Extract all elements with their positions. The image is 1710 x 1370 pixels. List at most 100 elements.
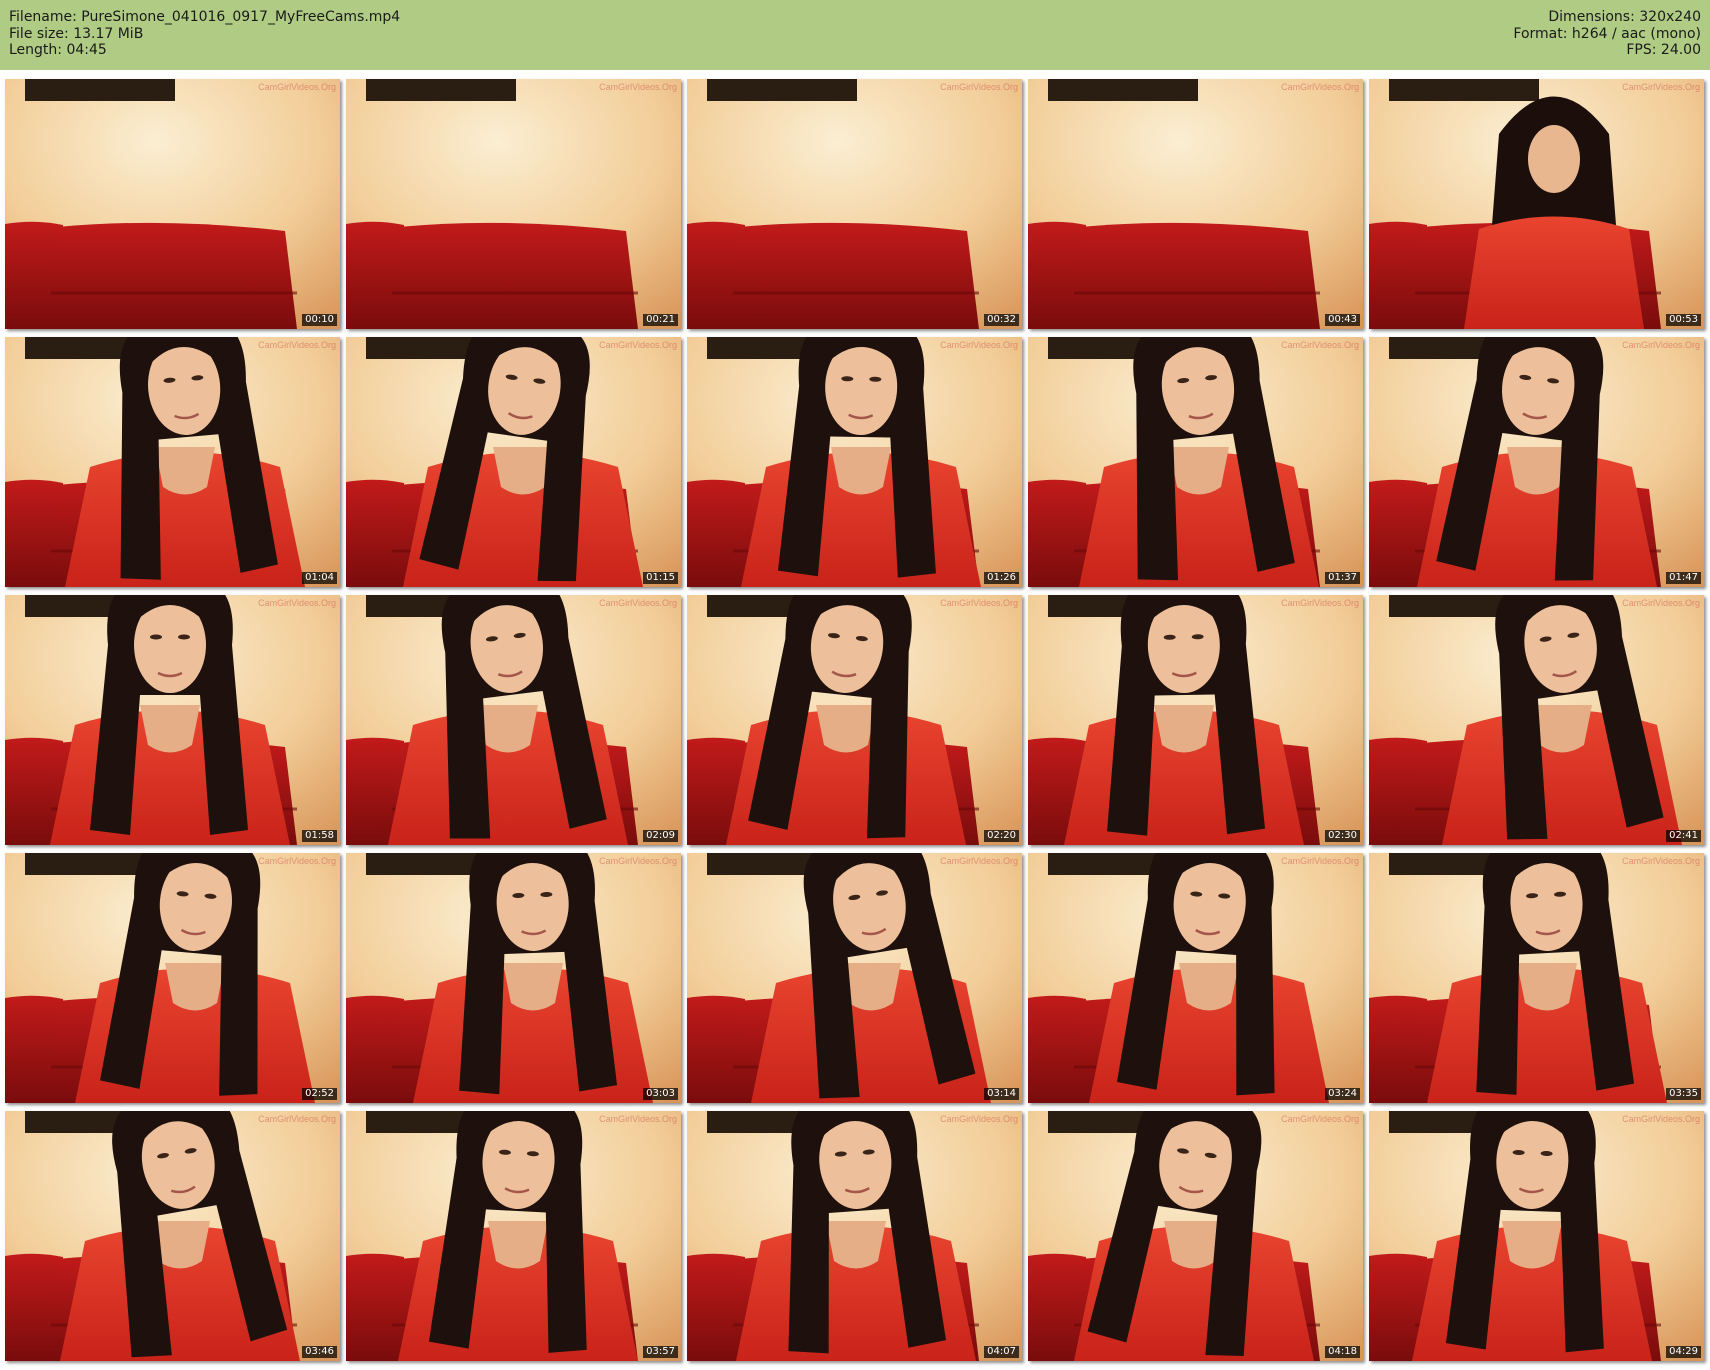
video-thumbnail: CamGirlVideos.Org 01:15 xyxy=(346,337,681,587)
frame-timestamp: 02:30 xyxy=(1325,830,1360,842)
frame-image xyxy=(687,595,1022,845)
watermark: CamGirlVideos.Org xyxy=(258,856,336,866)
watermark: CamGirlVideos.Org xyxy=(258,598,336,608)
frame-timestamp: 03:24 xyxy=(1325,1088,1360,1100)
frame-timestamp: 01:37 xyxy=(1325,572,1360,584)
video-thumbnail: CamGirlVideos.Org 03:14 xyxy=(687,853,1022,1103)
video-thumbnail: CamGirlVideos.Org 00:32 xyxy=(687,79,1022,329)
watermark: CamGirlVideos.Org xyxy=(940,82,1018,92)
frame-timestamp: 02:52 xyxy=(302,1088,337,1100)
frame-image xyxy=(1028,79,1363,329)
video-thumbnail: CamGirlVideos.Org 00:53 xyxy=(1369,79,1704,329)
video-thumbnail: CamGirlVideos.Org 03:03 xyxy=(346,853,681,1103)
video-thumbnail: CamGirlVideos.Org 01:37 xyxy=(1028,337,1363,587)
frame-image xyxy=(346,595,681,845)
frame-timestamp: 03:35 xyxy=(1666,1088,1701,1100)
length-label: Length: 04:45 xyxy=(9,42,107,58)
video-thumbnail: CamGirlVideos.Org 03:35 xyxy=(1369,853,1704,1103)
watermark: CamGirlVideos.Org xyxy=(940,340,1018,350)
frame-image xyxy=(346,853,681,1103)
watermark: CamGirlVideos.Org xyxy=(258,340,336,350)
frame-image xyxy=(1369,1111,1704,1361)
watermark: CamGirlVideos.Org xyxy=(599,598,677,608)
video-thumbnail: CamGirlVideos.Org 00:10 xyxy=(5,79,340,329)
watermark: CamGirlVideos.Org xyxy=(599,856,677,866)
watermark: CamGirlVideos.Org xyxy=(1281,598,1359,608)
frame-image xyxy=(5,853,340,1103)
frame-timestamp: 00:53 xyxy=(1666,314,1701,326)
watermark: CamGirlVideos.Org xyxy=(1622,82,1700,92)
frame-image xyxy=(1028,337,1363,587)
frame-timestamp: 00:32 xyxy=(984,314,1019,326)
frame-timestamp: 04:07 xyxy=(984,1346,1019,1358)
filesize-label: File size: 13.17 MiB xyxy=(9,25,144,42)
frame-image xyxy=(5,595,340,845)
thumbnail-grid: CamGirlVideos.Org 00:10 CamGirlVideos.Org 0… xyxy=(5,79,1705,1364)
video-thumbnail: CamGirlVideos.Org 00:43 xyxy=(1028,79,1363,329)
frame-image xyxy=(1028,595,1363,845)
frame-image xyxy=(1369,79,1704,329)
watermark: CamGirlVideos.Org xyxy=(258,1114,336,1124)
frame-timestamp: 02:20 xyxy=(984,830,1019,842)
frame-timestamp: 02:41 xyxy=(1666,830,1701,842)
frame-image xyxy=(5,79,340,329)
frame-image xyxy=(1369,337,1704,587)
video-thumbnail: CamGirlVideos.Org 02:30 xyxy=(1028,595,1363,845)
frame-timestamp: 03:14 xyxy=(984,1088,1019,1100)
frame-timestamp: 04:29 xyxy=(1666,1346,1701,1358)
watermark: CamGirlVideos.Org xyxy=(940,598,1018,608)
watermark: CamGirlVideos.Org xyxy=(1622,598,1700,608)
frame-image xyxy=(346,337,681,587)
video-thumbnail: CamGirlVideos.Org 00:21 xyxy=(346,79,681,329)
frame-image xyxy=(687,1111,1022,1361)
video-thumbnail: CamGirlVideos.Org 04:29 xyxy=(1369,1111,1704,1361)
video-thumbnail: CamGirlVideos.Org 01:04 xyxy=(5,337,340,587)
frame-timestamp: 01:47 xyxy=(1666,572,1701,584)
frame-timestamp: 01:15 xyxy=(643,572,678,584)
frame-image xyxy=(5,337,340,587)
video-thumbnail: CamGirlVideos.Org 02:20 xyxy=(687,595,1022,845)
video-info: Dimensions: 320x240 Format: h264 / aac (… xyxy=(1513,9,1701,59)
frame-image xyxy=(346,1111,681,1361)
info-header: Filename: PureSimone_041016_0917_MyFreeC… xyxy=(0,0,1710,70)
frame-image xyxy=(1369,853,1704,1103)
watermark: CamGirlVideos.Org xyxy=(258,82,336,92)
frame-timestamp: 03:57 xyxy=(643,1346,678,1358)
video-thumbnail: CamGirlVideos.Org 01:58 xyxy=(5,595,340,845)
fps-label: FPS: 24.00 xyxy=(1626,42,1701,58)
watermark: CamGirlVideos.Org xyxy=(1281,82,1359,92)
watermark: CamGirlVideos.Org xyxy=(1281,1114,1359,1124)
frame-timestamp: 02:09 xyxy=(643,830,678,842)
video-thumbnail: CamGirlVideos.Org 01:47 xyxy=(1369,337,1704,587)
video-thumbnail: CamGirlVideos.Org 03:24 xyxy=(1028,853,1363,1103)
video-thumbnail: CamGirlVideos.Org 02:41 xyxy=(1369,595,1704,845)
watermark: CamGirlVideos.Org xyxy=(940,1114,1018,1124)
watermark: CamGirlVideos.Org xyxy=(1622,1114,1700,1124)
watermark: CamGirlVideos.Org xyxy=(1281,856,1359,866)
frame-image xyxy=(1028,1111,1363,1361)
frame-image xyxy=(346,79,681,329)
video-thumbnail: CamGirlVideos.Org 01:26 xyxy=(687,337,1022,587)
watermark: CamGirlVideos.Org xyxy=(599,340,677,350)
frame-timestamp: 00:10 xyxy=(302,314,337,326)
frame-image xyxy=(1028,853,1363,1103)
watermark: CamGirlVideos.Org xyxy=(1622,340,1700,350)
watermark: CamGirlVideos.Org xyxy=(1622,856,1700,866)
filename-label: Filename: PureSimone_041016_0917_MyFreeC… xyxy=(9,9,401,25)
frame-timestamp: 00:43 xyxy=(1325,314,1360,326)
video-thumbnail: CamGirlVideos.Org 03:57 xyxy=(346,1111,681,1361)
watermark: CamGirlVideos.Org xyxy=(599,82,677,92)
frame-image xyxy=(687,853,1022,1103)
video-thumbnail: CamGirlVideos.Org 04:18 xyxy=(1028,1111,1363,1361)
frame-timestamp: 03:03 xyxy=(643,1088,678,1100)
watermark: CamGirlVideos.Org xyxy=(1281,340,1359,350)
video-thumbnail: CamGirlVideos.Org 03:46 xyxy=(5,1111,340,1361)
video-thumbnail: CamGirlVideos.Org 02:09 xyxy=(346,595,681,845)
frame-image xyxy=(5,1111,340,1361)
watermark: CamGirlVideos.Org xyxy=(599,1114,677,1124)
dimensions-label: Dimensions: 320x240 xyxy=(1548,9,1701,25)
watermark: CamGirlVideos.Org xyxy=(940,856,1018,866)
frame-timestamp: 03:46 xyxy=(302,1346,337,1358)
file-info: Filename: PureSimone_041016_0917_MyFreeC… xyxy=(9,9,400,59)
video-thumbnail: CamGirlVideos.Org 02:52 xyxy=(5,853,340,1103)
